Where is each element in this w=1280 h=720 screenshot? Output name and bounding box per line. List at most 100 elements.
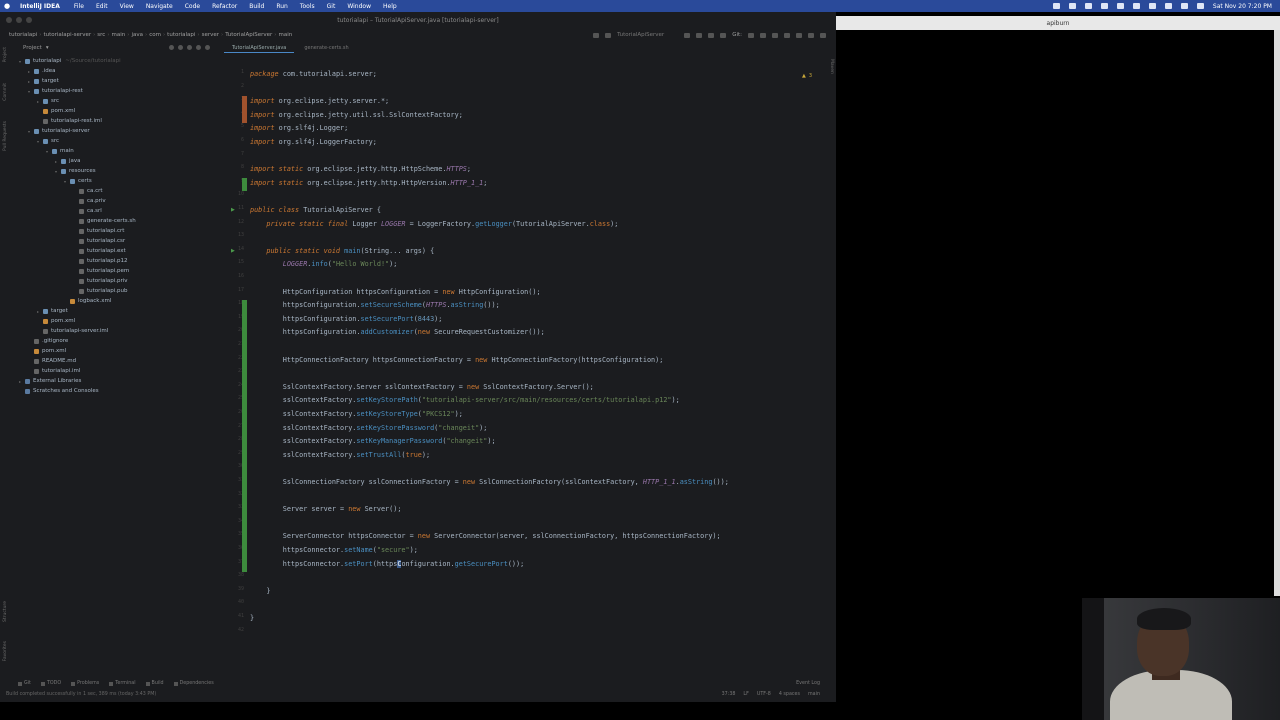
tree-item[interactable]: ca.srl	[73, 206, 102, 216]
tree-item[interactable]: logback.xml	[64, 296, 111, 306]
build-tool-button[interactable]: Build	[145, 681, 164, 686]
line-number[interactable]: 34	[219, 518, 244, 524]
code-line[interactable]: package com.tutorialapi.server;	[250, 69, 377, 79]
code-line[interactable]: public static void main(String... args) …	[250, 246, 434, 256]
menu-tools[interactable]: Tools	[300, 3, 315, 10]
hammer-icon[interactable]	[605, 32, 612, 38]
breadcrumb-java[interactable]: java	[131, 32, 143, 38]
line-number[interactable]: 2	[219, 83, 244, 89]
code-line[interactable]: LOGGER.info("Hello World!");	[250, 259, 398, 269]
pull-requests-tool-tab[interactable]: Pull Requests	[3, 121, 8, 151]
code-line[interactable]: import org.eclipse.jetty.util.ssl.SslCon…	[250, 110, 463, 120]
tree-item[interactable]: ▸ target	[28, 76, 59, 86]
line-number[interactable]: 23	[219, 368, 244, 374]
line-number[interactable]: 16	[219, 273, 244, 279]
code-line[interactable]: httpsConfiguration.setSecureScheme(HTTPS…	[250, 300, 500, 310]
line-number[interactable]: 38	[219, 572, 244, 578]
file-encoding[interactable]: UTF-8	[757, 692, 771, 697]
breadcrumb-com[interactable]: com	[149, 32, 161, 38]
app-menu[interactable]: IntelliJ IDEA	[20, 3, 60, 10]
menu-window[interactable]: Window	[347, 3, 371, 10]
close-window-button[interactable]	[6, 17, 12, 23]
cloud-icon[interactable]	[1100, 3, 1108, 9]
line-number[interactable]: 18	[219, 300, 244, 306]
tree-item[interactable]: tutorialapi.pub	[73, 286, 127, 296]
code-line[interactable]: import static org.eclipse.jetty.http.Htt…	[250, 164, 471, 174]
menu-build[interactable]: Build	[249, 3, 264, 10]
breadcrumb-project[interactable]: tutorialapi	[9, 32, 37, 38]
line-number[interactable]: 37	[219, 559, 244, 565]
tree-item[interactable]: ▾ tutorialapi ~/Source/tutorialapi	[19, 56, 121, 66]
debug-icon[interactable]	[696, 32, 703, 38]
line-number[interactable]: 24	[219, 382, 244, 388]
project-tool-tab[interactable]: Project	[3, 47, 8, 62]
breadcrumb-package[interactable]: tutorialapi	[167, 32, 195, 38]
project-view-selector[interactable]: Project	[23, 45, 42, 51]
code-line[interactable]: ServerConnector httpsConnector = new Ser…	[250, 531, 721, 541]
hide-panel-icon[interactable]	[205, 45, 210, 50]
line-number[interactable]: 17	[219, 287, 244, 293]
tree-item[interactable]: pom.xml	[28, 346, 66, 356]
code-line[interactable]: import static org.eclipse.jetty.http.Htt…	[250, 178, 487, 188]
line-number[interactable]: 40	[219, 599, 244, 605]
run-configuration-select[interactable]: TutorialApiServer	[617, 32, 664, 38]
tab-tutorialapiserver[interactable]: TutorialApiServer.java	[224, 43, 295, 53]
line-number[interactable]: 7	[219, 151, 244, 157]
shield-icon[interactable]	[1084, 3, 1092, 9]
breadcrumb-main[interactable]: main	[112, 32, 126, 38]
run-gutter-icon[interactable]: ▶	[231, 207, 235, 213]
code-line[interactable]: sslContextFactory.setKeyStoreType("PKCS1…	[250, 409, 463, 419]
menu-code[interactable]: Code	[185, 3, 200, 10]
code-line[interactable]: HttpConnectionFactory httpsConnectionFac…	[250, 355, 664, 365]
structure-tool-tab[interactable]: Structure	[3, 601, 8, 622]
menu-run[interactable]: Run	[276, 3, 288, 10]
tree-item[interactable]: ▸ .idea	[28, 66, 56, 76]
tree-item[interactable]: ▾ tutorialapi-rest	[28, 86, 83, 96]
menubar-clock[interactable]: Sat Nov 20 7:20 PM	[1213, 3, 1272, 10]
tree-item[interactable]: tutorialapi.csr	[73, 236, 125, 246]
expand-all-icon[interactable]	[178, 45, 183, 50]
tree-item[interactable]: tutorialapi.pem	[73, 266, 129, 276]
tree-item[interactable]: tutorialapi.p12	[73, 256, 127, 266]
secondary-window-titlebar[interactable]: apiburn	[836, 16, 1280, 30]
event-log-button[interactable]: Event Log	[796, 681, 820, 686]
tree-item[interactable]: ▾ certs	[64, 176, 92, 186]
problems-tool-button[interactable]: Problems	[71, 681, 99, 686]
tree-item[interactable]: ca.priv	[73, 196, 106, 206]
tree-item[interactable]: tutorialapi-server.iml	[37, 326, 108, 336]
tree-item[interactable]: ▸ src	[37, 96, 59, 106]
code-line[interactable]: httpsConfiguration.setSecurePort(8443);	[250, 314, 443, 324]
code-line[interactable]: httpsConnector.setName("secure");	[250, 545, 418, 555]
tree-item[interactable]: ▸ java	[55, 156, 81, 166]
search-everywhere-icon[interactable]	[808, 32, 814, 38]
line-separator[interactable]: LF	[743, 692, 748, 697]
coverage-icon[interactable]	[708, 32, 715, 38]
code-line[interactable]: sslContextFactory.setKeyManagerPassword(…	[250, 436, 496, 446]
tree-item[interactable]: ▾ main	[46, 146, 74, 156]
code-line[interactable]: Server server = new Server();	[250, 504, 402, 514]
line-number[interactable]: 28	[219, 436, 244, 442]
todo-tool-button[interactable]: TODO	[40, 681, 61, 686]
line-number[interactable]: 29	[219, 450, 244, 456]
vcs-change-marker[interactable]	[242, 300, 247, 573]
battery-icon[interactable]	[1132, 3, 1140, 9]
code-line[interactable]: private static final Logger LOGGER = Log…	[250, 219, 618, 229]
code-line[interactable]: httpsConfiguration.addCustomizer(new Sec…	[250, 327, 545, 337]
code-line[interactable]: sslContextFactory.setKeyStorePath("tutor…	[250, 395, 680, 405]
breadcrumb-server[interactable]: server	[202, 32, 219, 38]
tree-item[interactable]: ca.crt	[73, 186, 103, 196]
favorites-tool-tab[interactable]: Favorites	[3, 641, 8, 661]
run-icon[interactable]	[684, 32, 691, 38]
code-line[interactable]: httpsConnector.setPort(httpsConfiguratio…	[250, 559, 524, 569]
line-number[interactable]: 25	[219, 395, 244, 401]
line-number[interactable]: 30	[219, 463, 244, 469]
line-number[interactable]: 3	[219, 96, 244, 102]
line-number[interactable]: 10	[219, 191, 244, 197]
line-number[interactable]: 5	[219, 123, 244, 129]
tree-item[interactable]: generate-certs.sh	[73, 216, 136, 226]
terminal-tool-button[interactable]: Terminal	[109, 681, 136, 686]
settings-gear-icon[interactable]	[820, 32, 826, 38]
git-commit-icon[interactable]	[760, 32, 766, 38]
breadcrumb-src[interactable]: src	[97, 32, 105, 38]
breadcrumb-module[interactable]: tutorialapi-server	[43, 32, 91, 38]
